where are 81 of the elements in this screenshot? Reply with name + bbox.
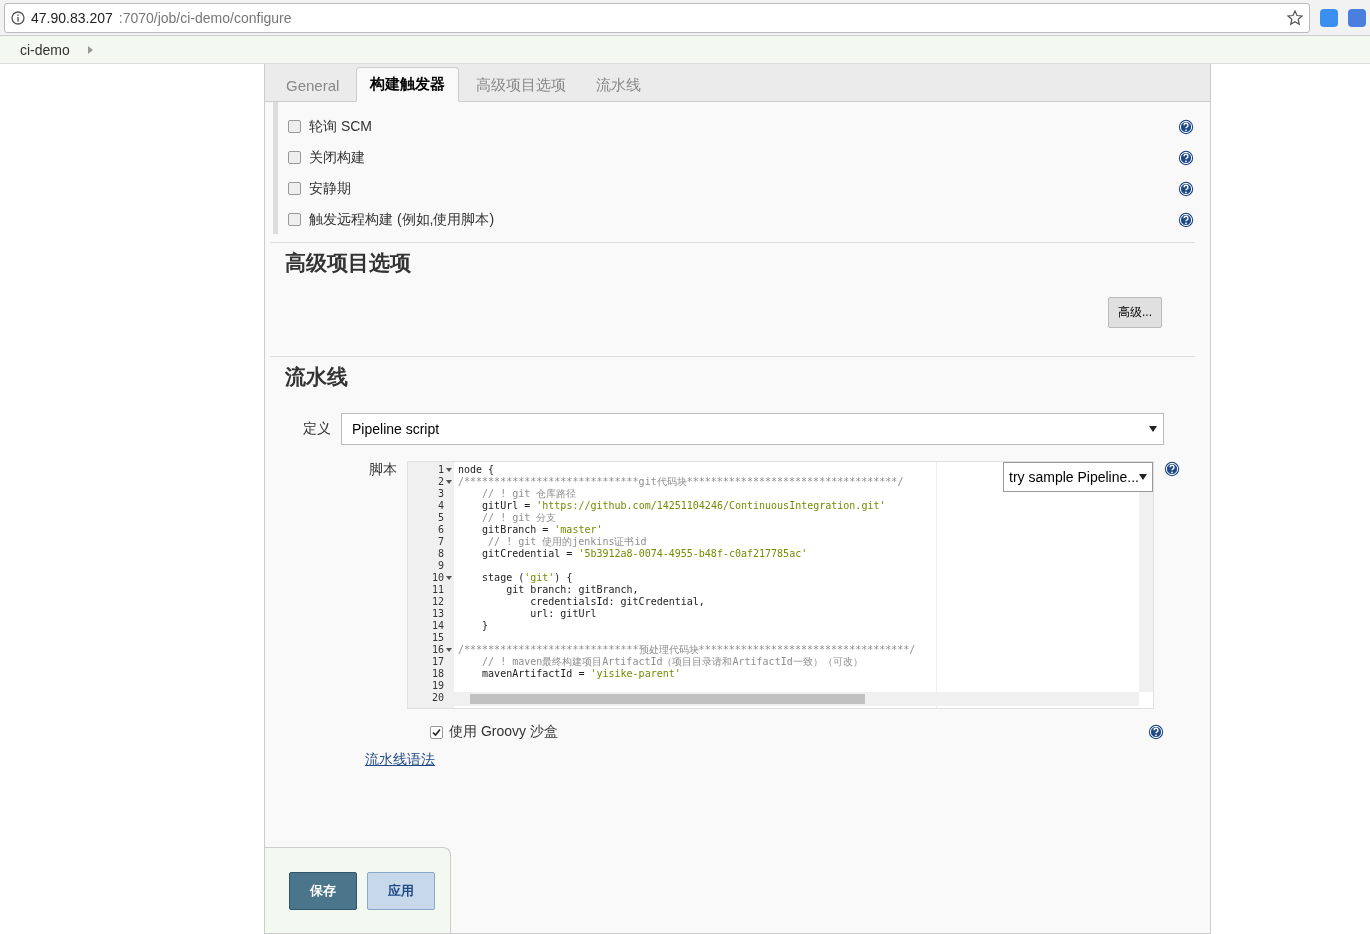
code-line: /*****************************预处理代码块***********************************/ (458, 644, 917, 656)
line-number: 19 (431, 680, 444, 692)
caret-icon (1149, 426, 1157, 432)
apply-button[interactable]: 应用 (367, 871, 435, 910)
line-number: 5 (437, 512, 444, 524)
url-host: 47.90.83.207 (31, 9, 113, 26)
line-number: 6 (437, 524, 444, 536)
help-icon[interactable] (1178, 118, 1194, 135)
code-line: node { (458, 464, 496, 476)
star-icon[interactable] (1287, 9, 1303, 26)
address-bar[interactable]: 47.90.83.207 :7070/job/ci-demo/configure (4, 2, 1310, 33)
section-title: 流水线 (285, 364, 349, 390)
field-label: 脚本 (369, 461, 397, 479)
checkbox[interactable] (288, 213, 301, 226)
line-number: 20 (431, 692, 444, 704)
scrollbar[interactable] (454, 692, 1139, 706)
save-button[interactable]: 保存 (289, 871, 357, 910)
line-number: 18 (431, 668, 444, 680)
line-number: 14 (431, 620, 444, 632)
checkbox-label: 轮询 SCM (309, 117, 372, 136)
field-label: 定义 (303, 420, 331, 438)
help-icon[interactable] (1178, 149, 1194, 166)
checkbox[interactable] (288, 151, 301, 164)
code-line: // ! git 使用的jenkins证书id (487, 536, 648, 548)
line-number: 9 (437, 560, 444, 572)
checkbox-label: 关闭构建 (309, 148, 365, 167)
line-number: 13 (431, 608, 444, 620)
checkbox-label: 触发远程构建 (例如,使用脚本) (309, 210, 495, 229)
fold-caret-icon[interactable] (446, 648, 452, 652)
extension-icon[interactable] (1320, 8, 1338, 27)
checkbox-label: 安静期 (309, 179, 351, 198)
code-line: stage ('git') { (481, 572, 574, 584)
checkbox-label: 使用 Groovy 沙盒 (449, 723, 558, 741)
code-line: // ! maven最终构建项目ArtifactId（项目目录请和ArtifactId一致）（可改） (481, 656, 864, 668)
code-line: } (481, 620, 490, 632)
line-number: 2 (437, 476, 444, 488)
syntax-link[interactable]: 流水线语法 (365, 751, 435, 769)
line-number: 17 (431, 656, 444, 668)
line-number: 10 (431, 572, 444, 584)
code-editor[interactable] (407, 461, 1154, 709)
help-icon[interactable] (1178, 211, 1194, 228)
code-line: // ! git 仓库路径 (482, 488, 577, 500)
extension-icon[interactable] (1348, 8, 1366, 27)
line-number: 3 (437, 488, 444, 500)
code-line: // ! git 分支 (481, 512, 557, 524)
definition-select[interactable]: Pipeline script (341, 413, 1164, 445)
sample-select[interactable]: try sample Pipeline... (1003, 462, 1153, 492)
checkbox[interactable] (288, 182, 301, 195)
line-number: 11 (431, 584, 444, 596)
line-number: 7 (437, 536, 444, 548)
checkbox[interactable] (288, 120, 301, 133)
code-line: url: gitUrl (529, 608, 598, 620)
fold-caret-icon[interactable] (446, 468, 452, 472)
tab[interactable]: 构建触发器 (356, 67, 460, 102)
code-line: mavenArtifactId = 'yisike-parent' (481, 668, 682, 680)
checkbox[interactable] (430, 725, 443, 739)
code-line: /*****************************git代码块***********************************/ (458, 476, 905, 488)
line-number: 12 (431, 596, 444, 608)
code-line: gitCredential = '5b3912a8-0074-4955-b48f-c0af217785ac' (481, 548, 809, 560)
line-number: 16 (431, 644, 444, 656)
code-line: gitUrl = 'https://github.com/14251104246/ContinuousIntegration.git' (481, 500, 887, 512)
url-path: :7070/job/ci-demo/configure (118, 9, 293, 26)
fold-caret-icon[interactable] (446, 576, 452, 580)
line-number: 1 (437, 464, 444, 476)
fold-caret-icon[interactable] (446, 480, 452, 484)
breadcrumb-item[interactable]: ci-demo (20, 41, 70, 58)
help-icon[interactable] (1178, 180, 1194, 197)
line-number: 4 (437, 500, 444, 512)
advanced-button[interactable]: 高级... (1108, 297, 1162, 328)
scrollbar[interactable] (1139, 492, 1153, 692)
info-icon[interactable] (11, 10, 25, 25)
code-line: git branch: gitBranch, (505, 584, 640, 596)
code-line: credentialsId: gitCredential, (529, 596, 706, 608)
help-icon[interactable] (1164, 461, 1180, 477)
code-line: gitBranch = 'master' (481, 524, 604, 536)
line-number: 15 (431, 632, 444, 644)
help-icon[interactable] (1148, 724, 1164, 740)
caret-icon (1139, 474, 1147, 480)
line-number: 8 (437, 548, 444, 560)
section-title: 高级项目选项 (285, 250, 412, 276)
chevron-icon (87, 45, 93, 54)
